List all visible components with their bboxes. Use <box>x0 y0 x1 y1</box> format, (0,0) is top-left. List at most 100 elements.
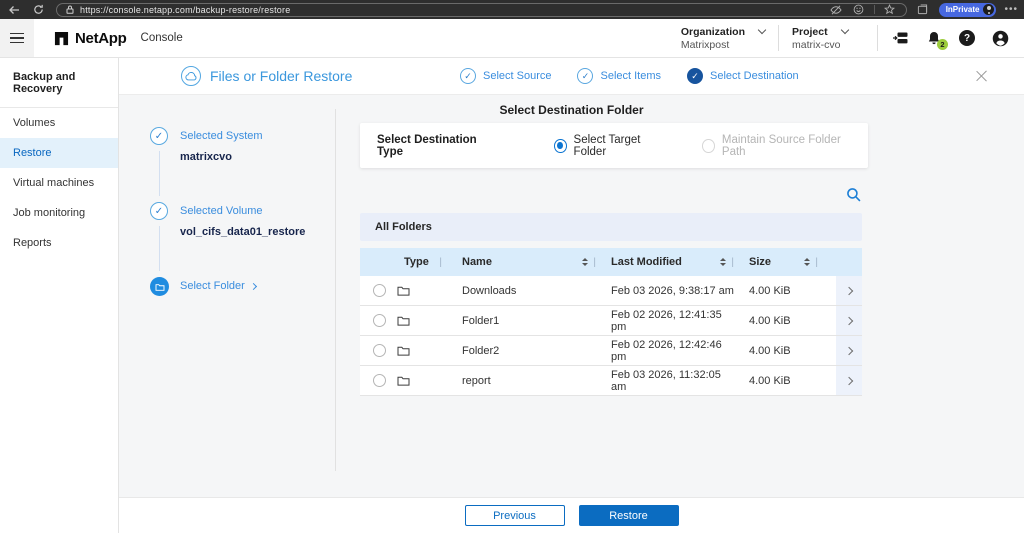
step-label: Select Folder <box>180 280 245 292</box>
stepper-connector <box>158 226 160 271</box>
folder-size: 4.00 KiB <box>749 344 791 357</box>
row-radio-button[interactable] <box>373 374 386 387</box>
organization-value: Matrixpost <box>680 38 730 51</box>
radio-label: Select Target Folder <box>573 133 641 158</box>
folder-modified: Feb 02 2026, 12:42:46 pm <box>611 338 722 363</box>
help-icon <box>959 30 975 46</box>
row-radio-button[interactable] <box>373 344 386 357</box>
wizard-step-select-destination[interactable]: Select Destination <box>687 68 799 84</box>
project-selector[interactable]: Project matrix-cvo <box>792 26 864 51</box>
row-radio-button[interactable] <box>373 314 386 327</box>
column-header-last-modified[interactable]: Last Modified <box>600 248 738 276</box>
folder-modified: Feb 02 2026, 12:41:35 pm <box>611 308 722 333</box>
sort-icon[interactable] <box>804 258 811 266</box>
sidebar-item-label: Restore <box>13 147 52 159</box>
sidebar-section-title: Backup and Recovery <box>13 71 76 95</box>
search-button[interactable] <box>846 187 861 207</box>
folder-modified: Feb 03 2026, 11:32:05 am <box>611 368 721 393</box>
folder-name: Downloads <box>462 284 517 297</box>
sidebar-item-virtual-machines[interactable]: Virtual machines <box>0 168 118 198</box>
progress-step-folder[interactable]: Select Folder <box>150 277 305 296</box>
workloads-button[interactable] <box>891 28 911 48</box>
sidebar-item-restore[interactable]: Restore <box>0 138 118 168</box>
divider <box>778 25 779 51</box>
organization-label: Organization <box>680 25 745 38</box>
radio-maintain-source-path[interactable]: Maintain Source Folder Path <box>702 134 851 158</box>
chevron-right-icon <box>844 376 854 385</box>
open-folder-button[interactable] <box>836 276 862 305</box>
restore-button[interactable]: Restore <box>578 505 679 526</box>
sort-icon[interactable] <box>582 258 589 266</box>
close-icon[interactable] <box>974 69 988 83</box>
sort-icon[interactable] <box>720 258 727 266</box>
open-folder-button[interactable] <box>836 336 862 365</box>
destination-type-label: Select Destination Type <box>377 133 477 158</box>
open-folder-button[interactable] <box>836 366 862 395</box>
column-divider <box>815 256 818 268</box>
column-header-size[interactable]: Size <box>738 248 822 276</box>
chevron-right-icon <box>249 282 257 290</box>
row-radio-button[interactable] <box>373 284 386 297</box>
destination-type-card: Select Destination Type Select Target Fo… <box>360 123 868 168</box>
sidebar-item-label: Volumes <box>13 117 56 129</box>
chevron-down-icon <box>840 25 849 35</box>
table-row-folder2[interactable]: Folder2 Feb 02 2026, 12:42:46 pm 4.00 Ki… <box>360 336 862 366</box>
table-row-report[interactable]: report Feb 03 2026, 11:32:05 am 4.00 KiB <box>360 366 862 396</box>
wizard-step-select-source[interactable]: Select Source <box>460 68 551 84</box>
browser-back-icon[interactable] <box>6 2 22 18</box>
organization-selector[interactable]: Organization Matrixpost <box>680 25 767 51</box>
folder-size: 4.00 KiB <box>749 374 791 387</box>
profile-avatar-icon <box>983 4 995 15</box>
folder-icon <box>397 286 410 296</box>
help-button[interactable] <box>957 28 977 48</box>
folders-group-header: All Folders <box>360 213 862 241</box>
sidebar-item-reports[interactable]: Reports <box>0 228 118 258</box>
group-label: All Folders <box>375 221 432 233</box>
radio-selected-icon[interactable] <box>553 138 567 153</box>
sidebar-item-label: Reports <box>13 237 52 249</box>
wizard-step-select-items[interactable]: Select Items <box>577 68 661 84</box>
netapp-logo: NetApp <box>54 30 127 47</box>
selected-system-value: matrixcvo <box>180 151 232 163</box>
table-row-folder1[interactable]: Folder1 Feb 02 2026, 12:41:35 pm 4.00 Ki… <box>360 306 862 336</box>
url-text[interactable]: https://console.netapp.com/backup-restor… <box>80 5 290 15</box>
folder-size: 4.00 KiB <box>749 284 791 297</box>
column-header-name[interactable]: Name <box>446 248 600 276</box>
table-row-downloads[interactable]: Downloads Feb 03 2026, 9:38:17 am 4.00 K… <box>360 276 862 306</box>
divider <box>873 5 875 14</box>
notifications-count-badge: 2 <box>937 39 948 50</box>
selected-volume-value: vol_cifs_data01_restore <box>180 226 306 238</box>
notifications-button[interactable]: 2 <box>924 28 948 50</box>
browser-menu-icon[interactable]: ••• <box>1004 4 1018 15</box>
sidebar-nav: Backup and Recovery Volumes Restore Virt… <box>0 58 119 533</box>
hamburger-icon <box>10 32 24 44</box>
sidebar-item-job-monitoring[interactable]: Job monitoring <box>0 198 118 228</box>
favorites-star-icon[interactable] <box>882 2 898 18</box>
collections-icon[interactable] <box>915 2 931 18</box>
progress-stepper: Selected System matrixcvo Selected Volum… <box>150 127 306 296</box>
wizard-steps: Select Source Select Items Select Destin… <box>460 68 799 84</box>
wizard-title-group: Files or Folder Restore <box>181 66 352 86</box>
feedback-icon[interactable] <box>851 2 867 18</box>
check-circle-icon <box>150 127 168 145</box>
previous-button[interactable]: Previous <box>464 505 565 526</box>
hamburger-menu-button[interactable] <box>0 19 34 57</box>
column-divider <box>593 256 596 268</box>
progress-step-system: Selected System matrixcvo <box>150 127 305 202</box>
folders-table: Type Name Last Modified Size <box>360 248 862 396</box>
address-bar[interactable]: https://console.netapp.com/backup-restor… <box>56 2 907 18</box>
divider <box>335 109 336 471</box>
inprivate-badge[interactable]: InPrivate <box>938 2 997 17</box>
column-header-type[interactable]: Type <box>390 248 446 276</box>
open-folder-button[interactable] <box>836 306 862 335</box>
check-circle-icon <box>150 202 168 220</box>
sidebar-item-label: Virtual machines <box>13 177 95 189</box>
account-button[interactable] <box>990 28 1010 48</box>
sidebar-item-volumes[interactable]: Volumes <box>0 108 118 138</box>
tracking-prevention-icon[interactable] <box>828 2 844 18</box>
browser-refresh-icon[interactable] <box>30 2 46 18</box>
search-icon <box>847 188 861 202</box>
wizard-content: Select Destination Folder Selected Syste… <box>119 95 1024 497</box>
radio-select-target-folder[interactable]: Select Target Folder <box>553 133 664 158</box>
folder-circle-icon <box>150 277 169 296</box>
